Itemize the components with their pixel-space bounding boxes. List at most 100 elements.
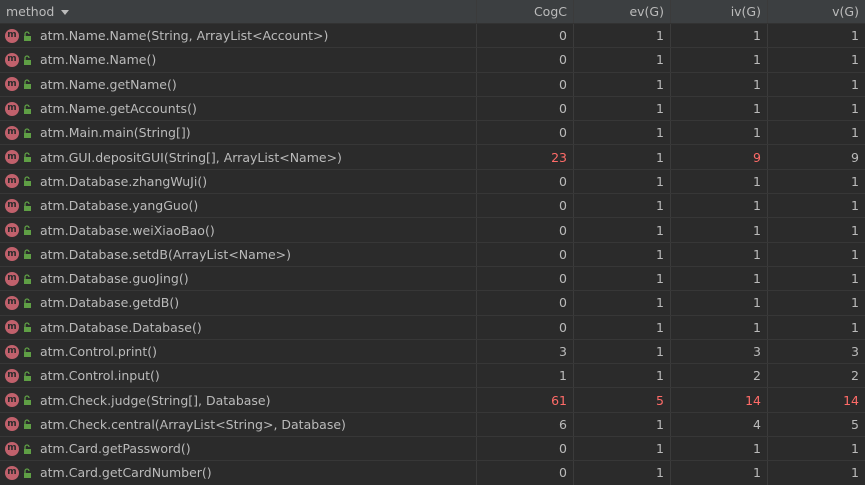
iv-cell[interactable]: 1 — [671, 72, 768, 96]
table-row[interactable]: m atm.Name.getAccounts() 0 1 1 1 — [0, 96, 865, 122]
method-cell[interactable]: m atm.Card.getPassword() — [0, 437, 477, 461]
cogc-cell[interactable]: 61 — [477, 388, 574, 412]
iv-cell[interactable]: 1 — [671, 121, 768, 145]
iv-cell[interactable]: 9 — [671, 145, 768, 169]
method-cell[interactable]: m atm.Check.central(ArrayList<String>, Da… — [0, 412, 477, 437]
column-header-v[interactable]: v(G) — [768, 0, 865, 23]
cogc-cell[interactable]: 0 — [477, 437, 574, 461]
ev-cell[interactable]: 1 — [574, 339, 671, 364]
iv-cell[interactable]: 1 — [671, 266, 768, 291]
ev-cell[interactable]: 1 — [574, 437, 671, 461]
table-row[interactable]: m atm.Check.central(ArrayList<String>, Da… — [0, 412, 865, 438]
cogc-cell[interactable]: 1 — [477, 364, 574, 388]
ev-cell[interactable]: 1 — [574, 24, 671, 48]
method-cell[interactable]: m atm.GUI.depositGUI(String[], ArrayList<… — [0, 145, 477, 169]
iv-cell[interactable]: 2 — [671, 364, 768, 388]
v-cell[interactable]: 1 — [768, 291, 865, 314]
cogc-cell[interactable]: 0 — [477, 291, 574, 315]
method-cell[interactable]: m atm.Name.Name() — [0, 48, 477, 72]
table-row[interactable]: m atm.Control.input() 1 1 2 2 — [0, 364, 865, 389]
table-row[interactable]: m atm.Name.Name(String, ArrayList<Account… — [0, 24, 865, 49]
ev-cell[interactable]: 1 — [574, 121, 671, 145]
v-cell[interactable]: 3 — [768, 340, 865, 363]
ev-cell[interactable]: 1 — [574, 412, 671, 437]
ev-cell[interactable]: 5 — [574, 388, 671, 412]
cogc-cell[interactable]: 0 — [477, 266, 574, 291]
method-cell[interactable]: m atm.Database.getdB() — [0, 291, 477, 315]
table-row[interactable]: m atm.Card.getCardNumber() 0 1 1 1 — [0, 461, 865, 485]
ev-cell[interactable]: 1 — [574, 169, 671, 194]
v-cell[interactable]: 1 — [768, 243, 865, 266]
v-cell[interactable]: 1 — [768, 461, 865, 484]
cogc-cell[interactable]: 0 — [477, 194, 574, 218]
column-header-ev[interactable]: ev(G) — [574, 0, 671, 23]
iv-cell[interactable]: 1 — [671, 218, 768, 242]
method-cell[interactable]: m atm.Database.yangGuo() — [0, 194, 477, 218]
table-row[interactable]: m atm.Control.print() 3 1 3 3 — [0, 339, 865, 365]
table-row[interactable]: m atm.Name.getName() 0 1 1 1 — [0, 72, 865, 97]
v-cell[interactable]: 1 — [768, 73, 865, 96]
iv-cell[interactable]: 1 — [671, 96, 768, 121]
iv-cell[interactable]: 1 — [671, 315, 768, 339]
iv-cell[interactable]: 1 — [671, 24, 768, 48]
v-cell[interactable]: 9 — [768, 145, 865, 168]
column-header-cogc[interactable]: CogC — [477, 0, 574, 23]
column-header-method[interactable]: method — [0, 0, 477, 23]
iv-cell[interactable]: 1 — [671, 169, 768, 194]
method-cell[interactable]: m atm.Database.zhangWuJi() — [0, 169, 477, 194]
iv-cell[interactable]: 3 — [671, 339, 768, 364]
iv-cell[interactable]: 14 — [671, 388, 768, 412]
method-cell[interactable]: m atm.Control.print() — [0, 339, 477, 364]
sort-descending-icon[interactable] — [61, 10, 70, 15]
ev-cell[interactable]: 1 — [574, 266, 671, 291]
cogc-cell[interactable]: 0 — [477, 48, 574, 72]
v-cell[interactable]: 1 — [768, 97, 865, 120]
v-cell[interactable]: 1 — [768, 121, 865, 144]
cogc-cell[interactable]: 3 — [477, 339, 574, 364]
v-cell[interactable]: 2 — [768, 364, 865, 387]
cogc-cell[interactable]: 0 — [477, 96, 574, 121]
table-row[interactable]: m atm.Card.getPassword() 0 1 1 1 — [0, 437, 865, 462]
ev-cell[interactable]: 1 — [574, 194, 671, 218]
iv-cell[interactable]: 4 — [671, 412, 768, 437]
ev-cell[interactable]: 1 — [574, 242, 671, 266]
method-cell[interactable]: m atm.Control.input() — [0, 364, 477, 388]
ev-cell[interactable]: 1 — [574, 48, 671, 72]
v-cell[interactable]: 1 — [768, 316, 865, 339]
v-cell[interactable]: 14 — [768, 388, 865, 411]
ev-cell[interactable]: 1 — [574, 72, 671, 96]
cogc-cell[interactable]: 0 — [477, 72, 574, 96]
ev-cell[interactable]: 1 — [574, 218, 671, 242]
iv-cell[interactable]: 1 — [671, 48, 768, 72]
v-cell[interactable]: 1 — [768, 170, 865, 193]
v-cell[interactable]: 1 — [768, 48, 865, 71]
v-cell[interactable]: 1 — [768, 437, 865, 460]
cogc-cell[interactable]: 23 — [477, 145, 574, 169]
ev-cell[interactable]: 1 — [574, 364, 671, 388]
table-row[interactable]: m atm.Database.weiXiaoBao() 0 1 1 1 — [0, 218, 865, 243]
method-cell[interactable]: m atm.Database.setdB(ArrayList<Name>) — [0, 242, 477, 266]
ev-cell[interactable]: 1 — [574, 96, 671, 121]
table-row[interactable]: m atm.Check.judge(String[], Database) 61 5 1… — [0, 388, 865, 413]
method-cell[interactable]: m atm.Database.weiXiaoBao() — [0, 218, 477, 242]
method-cell[interactable]: m atm.Main.main(String[]) — [0, 121, 477, 145]
cogc-cell[interactable]: 0 — [477, 315, 574, 339]
iv-cell[interactable]: 1 — [671, 194, 768, 218]
table-row[interactable]: m atm.Database.yangGuo() 0 1 1 1 — [0, 194, 865, 219]
table-row[interactable]: m atm.Database.Database() 0 1 1 1 — [0, 315, 865, 340]
ev-cell[interactable]: 1 — [574, 145, 671, 169]
table-row[interactable]: m atm.Database.guoJing() 0 1 1 1 — [0, 266, 865, 292]
table-row[interactable]: m atm.GUI.depositGUI(String[], ArrayList<… — [0, 145, 865, 170]
method-cell[interactable]: m atm.Database.guoJing() — [0, 266, 477, 291]
iv-cell[interactable]: 1 — [671, 437, 768, 461]
iv-cell[interactable]: 1 — [671, 242, 768, 266]
v-cell[interactable]: 1 — [768, 218, 865, 241]
v-cell[interactable]: 1 — [768, 24, 865, 47]
iv-cell[interactable]: 1 — [671, 291, 768, 315]
cogc-cell[interactable]: 0 — [477, 24, 574, 48]
v-cell[interactable]: 1 — [768, 267, 865, 290]
cogc-cell[interactable]: 0 — [477, 242, 574, 266]
cogc-cell[interactable]: 0 — [477, 169, 574, 194]
cogc-cell[interactable]: 0 — [477, 461, 574, 485]
cogc-cell[interactable]: 6 — [477, 412, 574, 437]
